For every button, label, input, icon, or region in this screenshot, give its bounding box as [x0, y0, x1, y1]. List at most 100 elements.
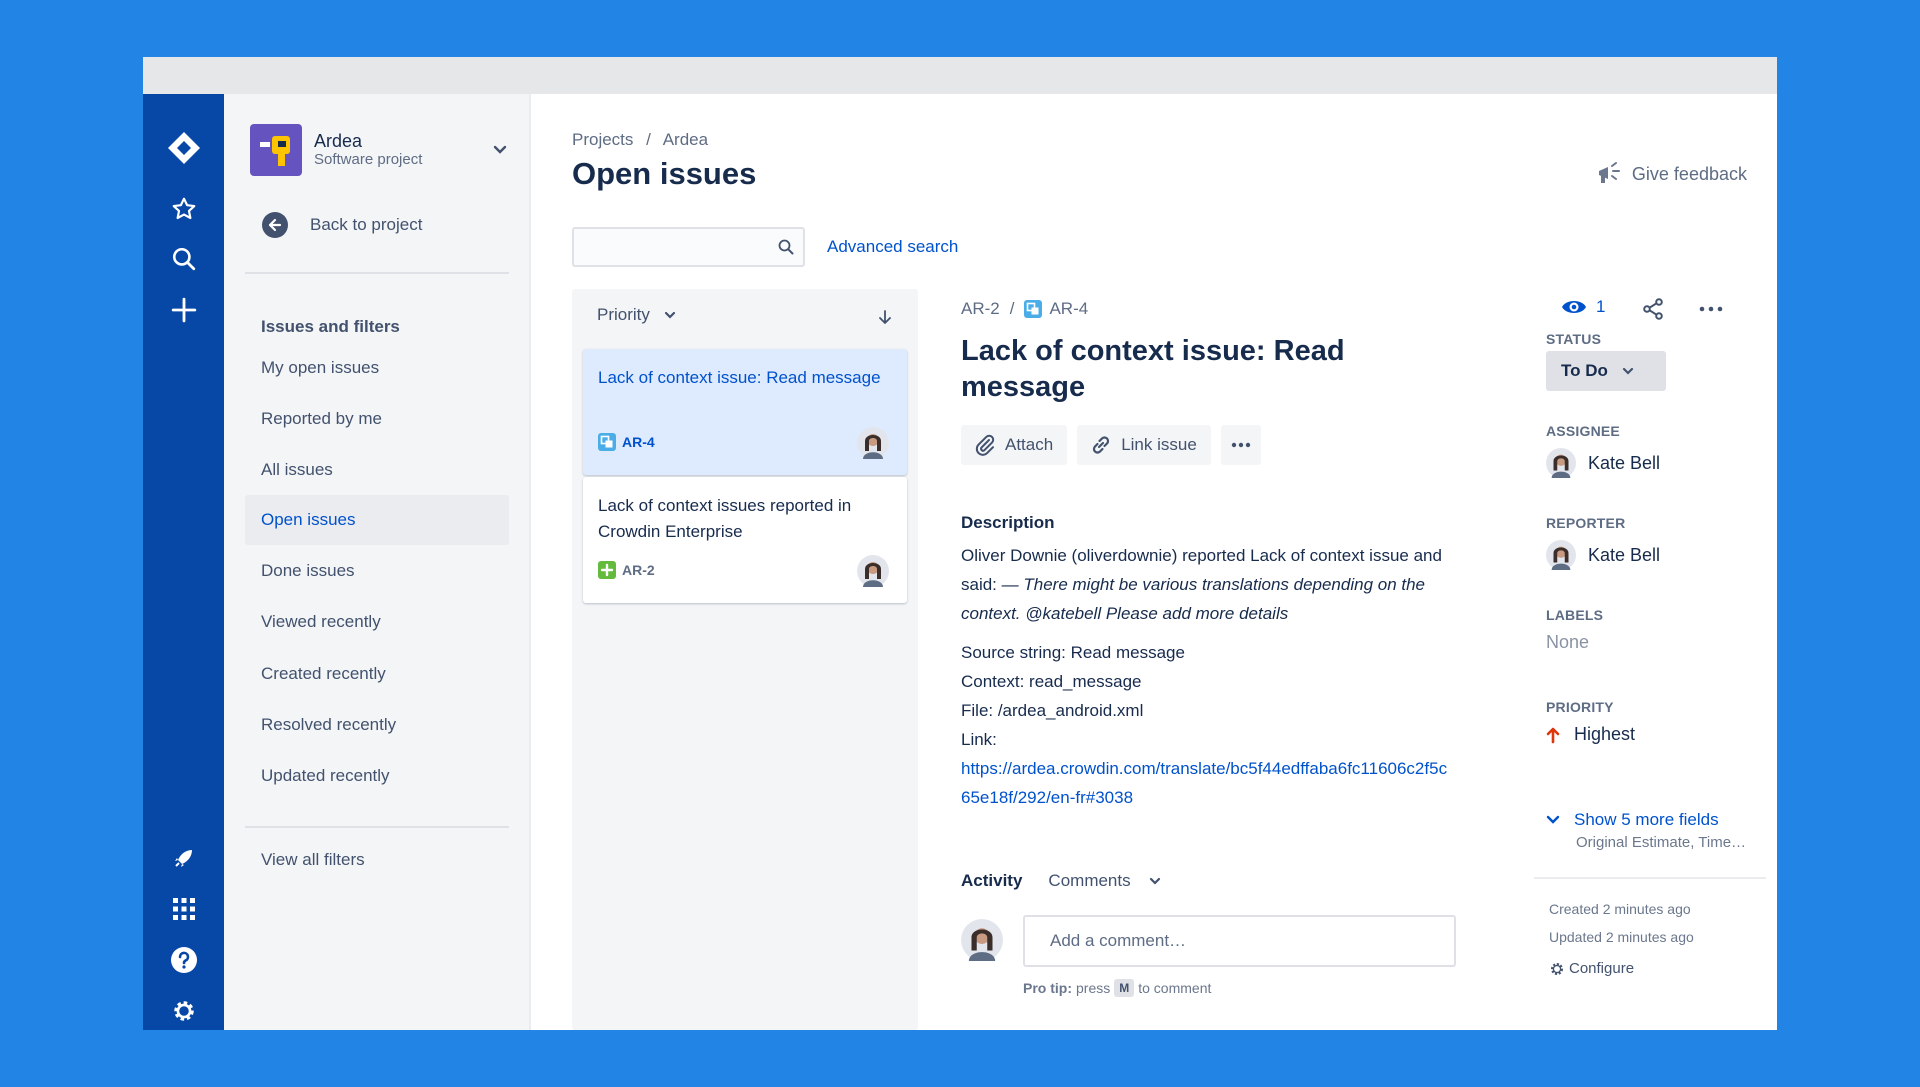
sidebar-item-resolved-recently[interactable]: Resolved recently [245, 700, 509, 750]
pro-tip-press: press [1076, 980, 1111, 996]
sort-by-dropdown[interactable]: Priority [597, 305, 676, 325]
reporter-name: Kate Bell [1588, 544, 1661, 565]
project-name: Ardea [314, 131, 363, 151]
comment-input[interactable] [1025, 917, 1454, 965]
sidebar-divider [245, 826, 509, 828]
window-titlebar [143, 57, 1777, 94]
issue-toolbar: 1 [1561, 289, 1751, 329]
back-to-project-link[interactable]: Back to project [262, 212, 422, 238]
activity-header: Activity Comments [961, 871, 1161, 891]
project-type: Software project [314, 151, 423, 168]
avatar [1546, 540, 1576, 570]
star-icon[interactable] [143, 189, 224, 229]
priority-field-label: PRIORITY [1546, 699, 1614, 715]
avatar [961, 919, 1003, 966]
assignee-field[interactable]: Kate Bell [1546, 448, 1660, 478]
status-field-label: STATUS [1546, 331, 1602, 347]
translate-link[interactable]: https://ardea.crowdin.com/translate/bc5f… [961, 754, 1451, 812]
breadcrumb-projects[interactable]: Projects [572, 130, 633, 149]
gear-icon [1551, 962, 1563, 975]
sidebar-item-viewed-recently[interactable]: Viewed recently [245, 597, 509, 647]
chevron-down-icon [664, 311, 676, 319]
labels-value[interactable]: None [1546, 632, 1589, 653]
fields-divider [1534, 877, 1766, 879]
issue-breadcrumb: AR-2 / AR-4 [961, 299, 1088, 319]
help-icon[interactable] [143, 940, 224, 980]
activity-filter-label: Comments [1048, 871, 1131, 890]
issue-card-key-text: AR-2 [622, 562, 655, 578]
breadcrumb-ardea[interactable]: Ardea [663, 130, 708, 149]
project-avatar [250, 124, 302, 176]
chevron-down-icon[interactable] [490, 140, 510, 160]
ellipsis-icon [1231, 442, 1251, 448]
back-to-project-label: Back to project [310, 215, 423, 234]
sidebar-item-my-open-issues[interactable]: My open issues [245, 343, 509, 393]
more-fields-summary: Original Estimate, Time… [1576, 834, 1747, 851]
jira-logo-icon[interactable] [143, 128, 224, 168]
parent-issue-link[interactable]: AR-2 [961, 299, 1000, 319]
share-button[interactable] [1641, 297, 1665, 326]
sidebar-item-open-issues[interactable]: Open issues [245, 495, 509, 545]
app-switcher-icon[interactable] [143, 889, 224, 929]
advanced-search-link[interactable]: Advanced search [827, 237, 958, 257]
sort-direction-button[interactable] [878, 309, 892, 330]
search-icon[interactable] [143, 239, 224, 279]
show-more-fields-button[interactable]: Show 5 more fields Original Estimate, Ti… [1546, 810, 1746, 851]
link-issue-label: Link issue [1121, 435, 1197, 454]
breadcrumb: Projects / Ardea [572, 130, 716, 150]
arrow-left-icon [262, 212, 288, 238]
sidebar-section-title: Issues and filters [261, 317, 400, 336]
show-more-fields-label: Show 5 more fields [1574, 810, 1719, 829]
comment-box [1023, 915, 1456, 967]
sidebar-item-reported-by-me[interactable]: Reported by me [245, 394, 509, 444]
reporter-field[interactable]: Kate Bell [1546, 540, 1660, 570]
description-details: Source string: Read message Context: rea… [961, 638, 1451, 812]
assignee-field-label: ASSIGNEE [1546, 423, 1620, 439]
issue-card[interactable]: Lack of context issue: Read message AR-4 [583, 349, 907, 475]
link-issue-button[interactable]: Link issue [1077, 425, 1211, 465]
description-quote: There might be various translations depe… [961, 575, 1426, 623]
sidebar-item-updated-recently[interactable]: Updated recently [245, 751, 509, 801]
activity-filter-dropdown[interactable]: Comments [1048, 871, 1160, 891]
attach-label: Attach [1005, 435, 1054, 454]
main-content: Projects / Ardea Open issues Give feedba… [531, 94, 1777, 1030]
project-sidebar: Ardea Software project Back to project I… [224, 94, 531, 1030]
create-plus-icon[interactable] [143, 290, 224, 330]
project-switcher[interactable]: Ardea Software project [250, 124, 510, 176]
watch-button[interactable]: 1 [1561, 297, 1605, 317]
chevron-down-icon [1149, 877, 1160, 885]
description-heading: Description [961, 513, 1055, 532]
sidebar-divider [245, 272, 509, 274]
breadcrumb-separator: / [646, 130, 651, 149]
configure-button[interactable]: Configure [1549, 960, 1634, 977]
issue-title[interactable]: Lack of context issue: Read message [961, 333, 1401, 405]
priority-field[interactable]: Highest [1546, 724, 1635, 745]
more-actions-button[interactable] [1220, 425, 1261, 465]
link-label: Link: [961, 730, 997, 749]
issue-list-panel: Priority Lack of context issue: Read mes… [572, 289, 918, 1030]
give-feedback-button[interactable]: Give feedback [1596, 162, 1747, 186]
issue-more-button[interactable] [1697, 297, 1725, 326]
rocket-icon[interactable] [143, 838, 224, 878]
updated-timestamp: Updated 2 minutes ago [1549, 929, 1694, 945]
watchers-count: 1 [1596, 297, 1606, 316]
search-input[interactable] [574, 229, 764, 265]
sidebar-item-all-issues[interactable]: All issues [245, 445, 509, 495]
avatar[interactable] [857, 555, 889, 592]
sidebar-item-created-recently[interactable]: Created recently [245, 649, 509, 699]
description-text[interactable]: Oliver Downie (oliverdownie) reported La… [961, 541, 1451, 628]
issue-detail: AR-2 / AR-4 Lack of context issue: Read … [961, 289, 1766, 1030]
issue-key-link[interactable]: AR-4 [1049, 299, 1088, 319]
issue-card[interactable]: Lack of context issues reported in Crowd… [583, 477, 907, 603]
view-all-filters-link[interactable]: View all filters [245, 835, 509, 885]
issue-card-key: AR-4 [598, 433, 655, 451]
status-dropdown[interactable]: To Do [1546, 351, 1666, 391]
attach-button[interactable]: Attach [961, 425, 1068, 465]
task-icon [1024, 300, 1043, 318]
pro-tip-rest: to comment [1138, 980, 1212, 996]
settings-gear-icon[interactable] [143, 991, 224, 1030]
search-icon[interactable] [778, 239, 794, 255]
sidebar-item-done-issues[interactable]: Done issues [245, 546, 509, 596]
labels-field-label: LABELS [1546, 607, 1604, 623]
avatar[interactable] [857, 427, 889, 464]
